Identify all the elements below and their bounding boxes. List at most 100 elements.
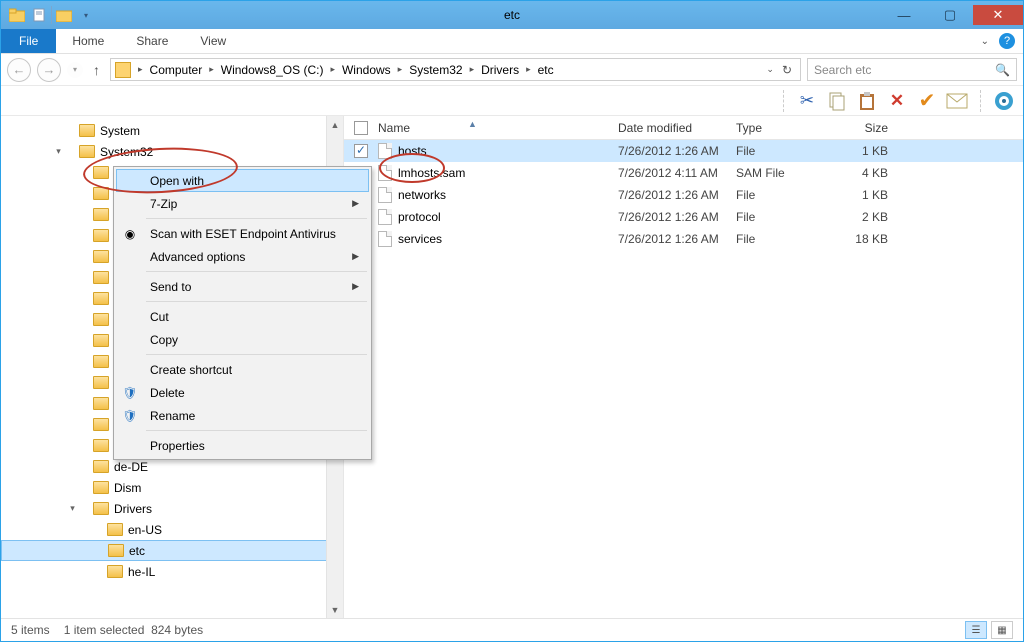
tab-file[interactable]: File bbox=[1, 29, 56, 53]
breadcrumb-segment[interactable]: Windows bbox=[338, 63, 395, 77]
search-icon: 🔍 bbox=[995, 63, 1010, 77]
menu-create-shortcut[interactable]: Create shortcut bbox=[116, 358, 369, 381]
column-size[interactable]: Size bbox=[854, 121, 904, 135]
chevron-right-icon[interactable]: ▸ bbox=[523, 64, 534, 75]
file-row[interactable]: lmhosts.sam7/26/2012 4:11 AMSAM File4 KB bbox=[344, 162, 1023, 184]
tree-item[interactable]: ▾Drivers bbox=[1, 498, 343, 519]
breadcrumb-segment[interactable]: etc bbox=[534, 63, 558, 77]
scroll-down-icon[interactable]: ▼ bbox=[327, 601, 343, 618]
expand-icon[interactable] bbox=[67, 335, 78, 346]
menu-rename[interactable]: 🛡Rename bbox=[116, 404, 369, 427]
delete-icon[interactable]: ✕ bbox=[886, 90, 908, 112]
expand-icon[interactable] bbox=[67, 251, 78, 262]
file-name: hosts bbox=[398, 144, 618, 158]
forward-button[interactable]: → bbox=[37, 58, 61, 82]
expand-icon[interactable] bbox=[67, 272, 78, 283]
column-name[interactable]: Name▲ bbox=[378, 121, 618, 135]
expand-icon[interactable] bbox=[67, 209, 78, 220]
expand-icon[interactable] bbox=[67, 167, 78, 178]
row-checkbox[interactable]: ✓ bbox=[354, 144, 368, 158]
expand-icon[interactable] bbox=[53, 125, 64, 136]
file-type: File bbox=[736, 188, 854, 202]
tree-item[interactable]: en-US bbox=[1, 519, 343, 540]
expand-icon[interactable] bbox=[81, 524, 92, 535]
tree-item[interactable]: etc bbox=[1, 540, 343, 561]
breadcrumb-segment[interactable]: Drivers bbox=[477, 63, 523, 77]
email-icon[interactable] bbox=[946, 90, 968, 112]
expand-icon[interactable] bbox=[67, 230, 78, 241]
chevron-right-icon[interactable]: ▸ bbox=[467, 64, 478, 75]
expand-icon[interactable] bbox=[67, 461, 78, 472]
column-type[interactable]: Type bbox=[736, 121, 854, 135]
menu-open-with[interactable]: Open with bbox=[116, 169, 369, 192]
menu-cut[interactable]: Cut bbox=[116, 305, 369, 328]
tab-view[interactable]: View bbox=[184, 29, 242, 53]
expand-icon[interactable]: ▾ bbox=[53, 146, 64, 157]
qat-dropdown-icon[interactable]: ▾ bbox=[76, 5, 96, 25]
new-folder-icon[interactable] bbox=[54, 5, 74, 25]
expand-icon[interactable] bbox=[82, 545, 93, 556]
chevron-right-icon[interactable]: ▸ bbox=[206, 64, 217, 75]
select-all-checkbox[interactable] bbox=[354, 121, 368, 135]
expand-icon[interactable]: ▾ bbox=[67, 503, 78, 514]
icons-view-button[interactable]: ▦ bbox=[991, 621, 1013, 639]
chevron-right-icon[interactable]: ▸ bbox=[395, 64, 406, 75]
breadcrumb-segment[interactable]: System32 bbox=[405, 63, 466, 77]
expand-icon[interactable] bbox=[81, 566, 92, 577]
menu-advanced[interactable]: Advanced options▶ bbox=[116, 245, 369, 268]
file-row[interactable]: networks7/26/2012 1:26 AMFile1 KB bbox=[344, 184, 1023, 206]
file-row[interactable]: ✓hosts7/26/2012 1:26 AMFile1 KB bbox=[344, 140, 1023, 162]
expand-icon[interactable] bbox=[67, 293, 78, 304]
expand-icon[interactable] bbox=[67, 356, 78, 367]
expand-ribbon-icon[interactable]: ⌄ bbox=[981, 36, 989, 47]
expand-icon[interactable] bbox=[67, 188, 78, 199]
search-input[interactable]: Search etc 🔍 bbox=[807, 58, 1017, 81]
column-date[interactable]: Date modified bbox=[618, 121, 736, 135]
eset-icon[interactable] bbox=[993, 90, 1015, 112]
expand-icon[interactable] bbox=[67, 314, 78, 325]
rename-icon[interactable]: ✔ bbox=[916, 90, 938, 112]
tree-item[interactable]: Dism bbox=[1, 477, 343, 498]
cut-icon[interactable]: ✂ bbox=[796, 90, 818, 112]
menu-properties[interactable]: Properties bbox=[116, 434, 369, 457]
tab-share[interactable]: Share bbox=[120, 29, 184, 53]
breadcrumb-segment[interactable]: Computer bbox=[146, 63, 207, 77]
folder-icon bbox=[93, 250, 109, 263]
navigation-bar: ← → ▾ ↑ ▸ Computer▸ Windows8_OS (C:)▸ Wi… bbox=[1, 54, 1023, 86]
file-row[interactable]: protocol7/26/2012 1:26 AMFile2 KB bbox=[344, 206, 1023, 228]
recent-locations-icon[interactable]: ▾ bbox=[67, 62, 83, 78]
chevron-right-icon[interactable]: ▸ bbox=[327, 64, 338, 75]
expand-icon[interactable] bbox=[67, 482, 78, 493]
help-icon[interactable]: ? bbox=[999, 33, 1015, 49]
tab-home[interactable]: Home bbox=[56, 29, 120, 53]
menu-7zip[interactable]: 7-Zip▶ bbox=[116, 192, 369, 215]
breadcrumb-segment[interactable]: Windows8_OS (C:) bbox=[217, 63, 328, 77]
details-view-button[interactable]: ☰ bbox=[965, 621, 987, 639]
expand-icon[interactable] bbox=[67, 440, 78, 451]
chevron-right-icon[interactable]: ▸ bbox=[135, 64, 146, 75]
expand-icon[interactable] bbox=[67, 377, 78, 388]
menu-send-to[interactable]: Send to▶ bbox=[116, 275, 369, 298]
menu-scan-eset[interactable]: ◉Scan with ESET Endpoint Antivirus bbox=[116, 222, 369, 245]
scroll-up-icon[interactable]: ▲ bbox=[327, 116, 343, 133]
copy-icon[interactable] bbox=[826, 90, 848, 112]
paste-icon[interactable] bbox=[856, 90, 878, 112]
folder-icon bbox=[93, 334, 109, 347]
breadcrumb[interactable]: ▸ Computer▸ Windows8_OS (C:)▸ Windows▸ S… bbox=[110, 58, 801, 81]
minimize-button[interactable]: — bbox=[881, 5, 927, 25]
tree-item[interactable]: ▾System32 bbox=[1, 141, 343, 162]
dropdown-icon[interactable]: ⌄ bbox=[766, 64, 774, 75]
expand-icon[interactable] bbox=[67, 419, 78, 430]
back-button[interactable]: ← bbox=[7, 58, 31, 82]
refresh-icon[interactable]: ↻ bbox=[782, 63, 792, 77]
menu-delete[interactable]: 🛡Delete bbox=[116, 381, 369, 404]
file-row[interactable]: services7/26/2012 1:26 AMFile18 KB bbox=[344, 228, 1023, 250]
menu-copy[interactable]: Copy bbox=[116, 328, 369, 351]
expand-icon[interactable] bbox=[67, 398, 78, 409]
tree-item[interactable]: he-IL bbox=[1, 561, 343, 582]
up-button[interactable]: ↑ bbox=[89, 62, 104, 78]
close-button[interactable]: ✕ bbox=[973, 5, 1023, 25]
properties-icon[interactable] bbox=[29, 5, 49, 25]
tree-item[interactable]: System bbox=[1, 120, 343, 141]
maximize-button[interactable]: ▢ bbox=[927, 5, 973, 25]
